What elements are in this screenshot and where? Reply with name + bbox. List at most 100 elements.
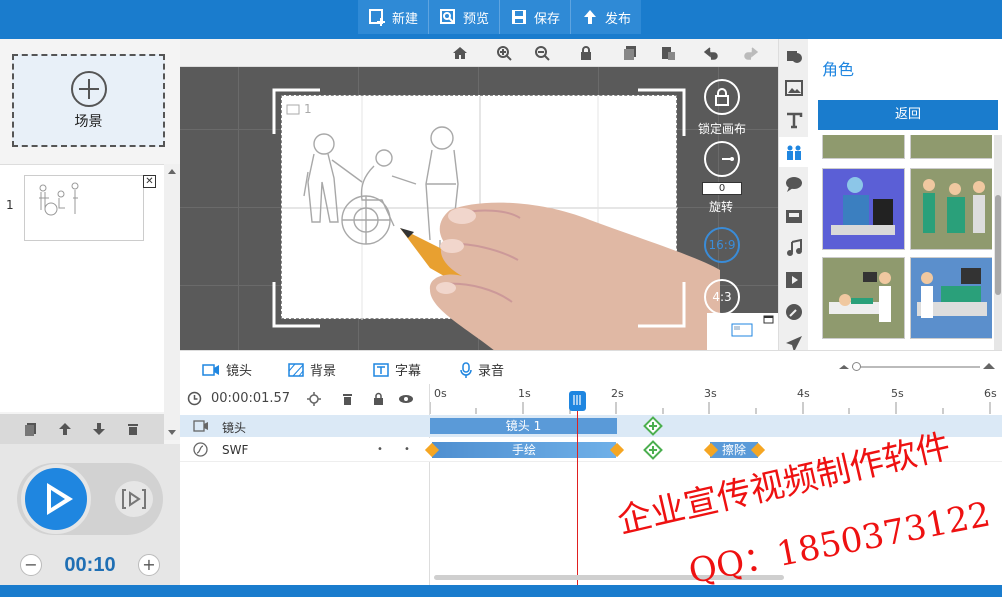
- caption-icon: [373, 362, 389, 377]
- publish-button[interactable]: 发布: [571, 0, 641, 34]
- image-icon[interactable]: [785, 79, 803, 97]
- zoom-out-icon[interactable]: [534, 45, 550, 61]
- camera-icon: [193, 420, 208, 432]
- tab-shot[interactable]: 镜头: [202, 360, 252, 379]
- mini-map-preview: [731, 315, 774, 337]
- undo-icon[interactable]: [704, 45, 720, 61]
- clip-shot-1[interactable]: 镜头 1: [430, 418, 617, 434]
- save-label: 保存: [534, 11, 561, 27]
- duration-minus-button[interactable]: −: [20, 554, 42, 576]
- asset-grid: [820, 135, 992, 349]
- back-button[interactable]: 返回: [818, 100, 998, 130]
- music-icon[interactable]: [785, 239, 803, 257]
- add-scene-button[interactable]: 场景: [12, 54, 165, 147]
- mini-map[interactable]: [707, 313, 778, 350]
- scene-thumbnail[interactable]: [24, 175, 144, 241]
- new-button[interactable]: 新建: [358, 0, 430, 34]
- ratio-16-9-button[interactable]: 16:9: [704, 227, 740, 263]
- frame-corners: [272, 88, 686, 328]
- preview-button[interactable]: 预览: [429, 0, 501, 34]
- tab-background[interactable]: 背景: [288, 360, 336, 379]
- track-swf-name: SWF: [222, 443, 249, 457]
- add-scene-label: 场景: [74, 113, 103, 130]
- timeline-zoom-slider[interactable]: [852, 362, 980, 371]
- lock-icon[interactable]: [373, 392, 384, 405]
- frame-step-button[interactable]: [115, 481, 153, 517]
- save-icon: [512, 10, 527, 24]
- rotate-value-field[interactable]: 0: [702, 182, 742, 195]
- move-down-icon[interactable]: [92, 422, 106, 436]
- characters-icon[interactable]: [785, 143, 803, 161]
- clip-handdraw[interactable]: 手绘: [432, 442, 616, 458]
- padlock-icon: [715, 88, 729, 106]
- ruler-label: 3s: [704, 387, 717, 400]
- copy-icon[interactable]: [622, 45, 638, 61]
- paste-icon[interactable]: [660, 45, 676, 61]
- video-icon[interactable]: [785, 271, 803, 289]
- save-button[interactable]: 保存: [500, 0, 572, 34]
- tab-shot-label: 镜头: [226, 364, 253, 379]
- tab-record[interactable]: 录音: [460, 360, 504, 379]
- rotate-button[interactable]: [704, 141, 740, 177]
- playhead-handle[interactable]: [569, 391, 586, 412]
- delete-scene-button[interactable]: ✕: [143, 175, 156, 188]
- eye-icon[interactable]: [398, 394, 414, 404]
- tool-icon[interactable]: [785, 303, 803, 321]
- canvas-toolbar: [180, 39, 778, 67]
- ruler-label: 2s: [611, 387, 624, 400]
- tab-background-label: 背景: [310, 364, 337, 379]
- redo-icon[interactable]: [742, 45, 758, 61]
- scene-thumbnail-sketch: [39, 182, 79, 216]
- tab-caption[interactable]: 字幕: [373, 360, 421, 379]
- clock-icon: [187, 391, 202, 406]
- microphone-icon: [460, 361, 472, 378]
- inbox-icon[interactable]: [785, 207, 803, 225]
- grid-line: [238, 67, 239, 350]
- asset-thumbnail[interactable]: [910, 257, 992, 339]
- move-up-icon[interactable]: [58, 422, 72, 436]
- frame-step-icon: [122, 489, 146, 509]
- trash-icon[interactable]: [342, 393, 353, 405]
- zoom-in-icon[interactable]: [496, 45, 512, 61]
- shape-icon[interactable]: [785, 47, 803, 65]
- play-icon-inner: [51, 490, 65, 508]
- main-toolbar: 新建 预览 保存 发布: [358, 0, 642, 34]
- home-icon[interactable]: [452, 45, 468, 61]
- duration-control: − 00:10 +: [20, 552, 160, 578]
- asset-thumbnail[interactable]: [822, 257, 905, 339]
- ratio-4-3-button[interactable]: 4:3: [704, 279, 740, 315]
- new-icon: [369, 9, 385, 26]
- rotate-label: 旋转: [709, 200, 734, 214]
- asset-thumbnail[interactable]: [910, 168, 992, 250]
- text-icon[interactable]: [785, 111, 803, 129]
- trash-icon[interactable]: [126, 422, 140, 436]
- ruler-label: 1s: [518, 387, 531, 400]
- preview-icon: [440, 9, 456, 24]
- status-bar: [0, 585, 1002, 597]
- asset-thumbnail[interactable]: [910, 135, 992, 159]
- track-shot-name: 镜头: [222, 421, 247, 435]
- duration-value[interactable]: 00:10: [64, 554, 115, 577]
- zoom-out-timeline-icon[interactable]: [838, 363, 850, 371]
- lock-canvas-button[interactable]: [704, 79, 740, 115]
- scene-scrollbar[interactable]: [164, 164, 180, 440]
- duration-plus-button[interactable]: +: [138, 554, 160, 576]
- asset-category-bar: [778, 39, 809, 352]
- tab-record-label: 录音: [478, 364, 505, 379]
- target-icon[interactable]: [307, 392, 321, 406]
- new-label: 新建: [392, 11, 419, 27]
- asset-thumbnail[interactable]: [822, 135, 905, 159]
- ruler-label: 5s: [891, 387, 904, 400]
- speech-bubble-icon[interactable]: [785, 175, 803, 193]
- playhead-line: [577, 400, 578, 585]
- background-icon: [288, 362, 304, 377]
- asset-scrollbar[interactable]: [994, 135, 1002, 351]
- ruler-label: 6s: [984, 387, 997, 400]
- lock-icon[interactable]: [578, 45, 594, 61]
- lock-canvas-label: 锁定画布: [698, 122, 747, 136]
- copy-scene-icon[interactable]: [24, 422, 38, 436]
- asset-thumbnail[interactable]: [822, 168, 905, 250]
- zoom-in-timeline-icon[interactable]: [982, 361, 996, 371]
- asset-panel-title: 角色: [822, 60, 855, 79]
- preview-label: 预览: [463, 11, 490, 27]
